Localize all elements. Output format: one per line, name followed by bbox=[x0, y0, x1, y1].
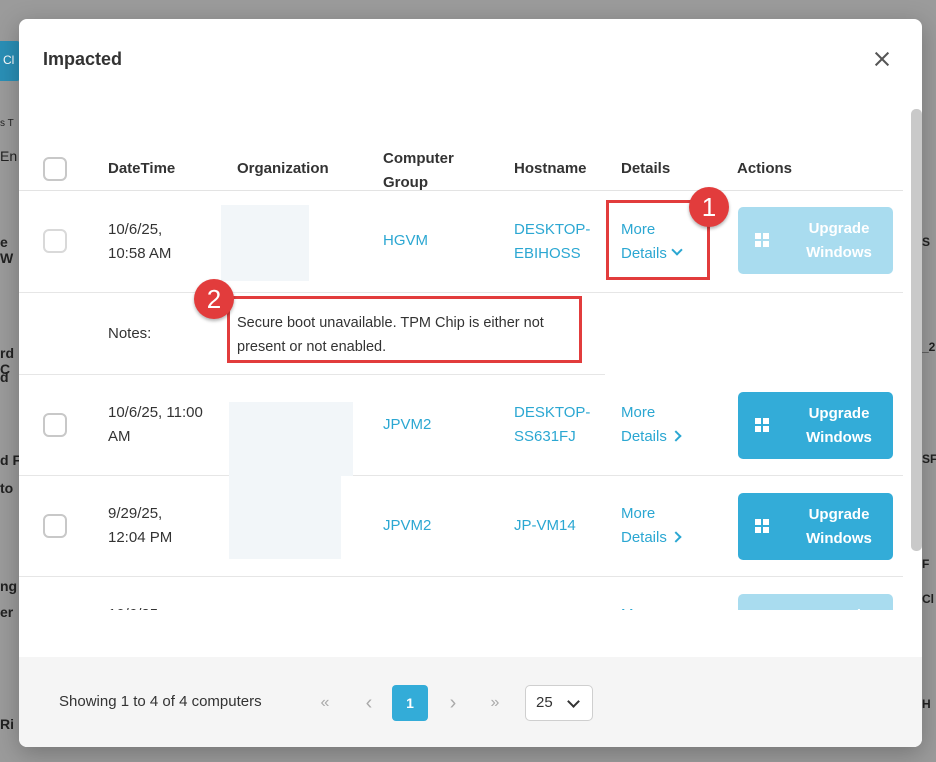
more-details-toggle[interactable]: More Details bbox=[621, 401, 682, 449]
impacted-modal: Impacted DateTime Organization Computer … bbox=[19, 19, 922, 747]
datetime-cell: 9/29/25, 12:04 PM bbox=[108, 502, 172, 550]
datetime-cell: 10/6/25, 10:58 AM bbox=[108, 218, 171, 266]
more-details-toggle[interactable]: More Details bbox=[621, 502, 682, 550]
upgrade-label-line2: Windows bbox=[806, 530, 872, 547]
windows-icon bbox=[755, 418, 770, 433]
datetime-cell: 10/6/25, 11:00 AM bbox=[108, 401, 203, 449]
organization-redacted bbox=[221, 205, 309, 281]
chevron-right-icon bbox=[670, 430, 682, 442]
upgrade-windows-label: Upgrade Windows bbox=[794, 402, 884, 450]
column-header-details: Details bbox=[621, 160, 671, 177]
windows-icon bbox=[755, 233, 770, 248]
table-row: 10/6/25, 10:58 AM HGVM DESKTOP- EBIHOSS … bbox=[19, 191, 903, 293]
table-row: 9/29/25, 12:04 PM JPVM2 JP-VM14 More Det… bbox=[19, 476, 903, 577]
upgrade-windows-button[interactable]: Upgrade Windows bbox=[738, 207, 893, 274]
organization-redacted bbox=[229, 402, 353, 476]
computer-group-link[interactable]: HGVM bbox=[383, 229, 428, 253]
pagination-footer: Showing 1 to 4 of 4 computers « ‹ 1 › » … bbox=[19, 657, 922, 747]
column-header-hostname: Hostname bbox=[514, 160, 587, 177]
scrollbar[interactable] bbox=[911, 109, 922, 551]
chevron-down-icon bbox=[567, 695, 580, 708]
page-size-value: 25 bbox=[536, 694, 553, 711]
notes-label: Notes: bbox=[108, 325, 152, 342]
upgrade-windows-button[interactable]: Upgrade Windows bbox=[738, 392, 893, 459]
row-checkbox[interactable] bbox=[43, 514, 67, 538]
prev-page-button[interactable]: ‹ bbox=[357, 685, 381, 721]
datetime-line2: 10:58 AM bbox=[108, 245, 172, 262]
upgrade-label-line2: Windows bbox=[806, 244, 872, 261]
background-text: SF bbox=[922, 452, 936, 466]
scroll-clip bbox=[19, 610, 903, 657]
background-button: Cl bbox=[0, 41, 20, 81]
next-page-button[interactable]: › bbox=[441, 685, 465, 721]
callout-badge-2: 2 bbox=[194, 279, 234, 319]
close-icon[interactable] bbox=[872, 49, 892, 69]
datetime-line1: 10/6/25, 11:00 bbox=[108, 404, 203, 421]
page-1-button[interactable]: 1 bbox=[392, 685, 428, 721]
background-text: S bbox=[922, 235, 931, 249]
select-all-checkbox[interactable] bbox=[43, 157, 67, 181]
column-header-computer-group-line1: Computer bbox=[383, 150, 454, 167]
upgrade-label-line1: Upgrade bbox=[808, 506, 870, 523]
hostname-line1: DESKTOP- bbox=[514, 404, 591, 421]
background-text: _2 bbox=[922, 340, 936, 354]
hostname-line1: DESKTOP- bbox=[514, 221, 591, 238]
modal-title: Impacted bbox=[43, 49, 123, 69]
hostname-line2: SS631FJ bbox=[514, 428, 576, 445]
background-text: H bbox=[922, 697, 931, 711]
table-header: DateTime Organization Computer Group Hos… bbox=[19, 105, 903, 191]
upgrade-windows-label: Upgrade Windows bbox=[794, 217, 884, 265]
column-header-computer-group: Computer Group bbox=[383, 147, 454, 195]
upgrade-label-line1: Upgrade bbox=[808, 405, 870, 422]
callout-box-2 bbox=[227, 296, 582, 363]
more-details-line1: More bbox=[621, 404, 656, 421]
computer-group-link[interactable]: JPVM2 bbox=[383, 413, 431, 437]
modal-header: Impacted bbox=[19, 19, 922, 105]
more-details-line2: Details bbox=[621, 529, 667, 546]
background-text: Cl bbox=[3, 53, 15, 67]
page-size-select[interactable]: 25 bbox=[525, 685, 593, 721]
first-page-button[interactable]: « bbox=[313, 685, 337, 721]
upgrade-windows-button[interactable]: Upgrade Windows bbox=[738, 493, 893, 560]
computer-group-link[interactable]: JPVM2 bbox=[383, 514, 431, 538]
more-details-line2: Details bbox=[621, 428, 667, 445]
row-checkbox[interactable] bbox=[43, 413, 67, 437]
background-text: Cl bbox=[922, 592, 934, 606]
column-header-actions: Actions bbox=[737, 160, 793, 177]
organization-redacted bbox=[229, 476, 341, 559]
hostname-link[interactable]: JP-VM14 bbox=[514, 514, 576, 538]
upgrade-label-line1: Upgrade bbox=[808, 220, 870, 237]
datetime-line1: 10/6/25, bbox=[108, 221, 163, 238]
upgrade-windows-label: Upgrade Windows bbox=[794, 503, 884, 551]
hostname-link[interactable]: DESKTOP- SS631FJ bbox=[514, 401, 590, 449]
hostname-link[interactable]: DESKTOP- EBIHOSS bbox=[514, 218, 590, 266]
datetime-line1: 9/29/25, bbox=[108, 505, 163, 522]
last-page-button[interactable]: » bbox=[483, 685, 507, 721]
table-row: 10/6/25, 11:00 AM JPVM2 DESKTOP- SS631FJ… bbox=[19, 375, 903, 476]
scrollbar-thumb[interactable] bbox=[911, 109, 922, 551]
hostname-line2: EBIHOSS bbox=[514, 245, 581, 262]
computers-table: DateTime Organization Computer Group Hos… bbox=[19, 105, 922, 657]
column-header-organization: Organization bbox=[237, 160, 329, 177]
showing-count: Showing 1 to 4 of 4 computers bbox=[59, 693, 262, 710]
upgrade-label-line2: Windows bbox=[806, 429, 872, 446]
background-text: F bbox=[922, 557, 930, 571]
datetime-line2: 12:04 PM bbox=[108, 529, 173, 546]
windows-icon bbox=[755, 519, 770, 534]
column-header-datetime: DateTime bbox=[108, 160, 176, 177]
chevron-right-icon bbox=[670, 531, 682, 543]
row-checkbox[interactable] bbox=[43, 229, 67, 253]
datetime-line2: AM bbox=[108, 428, 131, 445]
callout-badge-1: 1 bbox=[689, 187, 729, 227]
more-details-line1: More bbox=[621, 505, 656, 522]
